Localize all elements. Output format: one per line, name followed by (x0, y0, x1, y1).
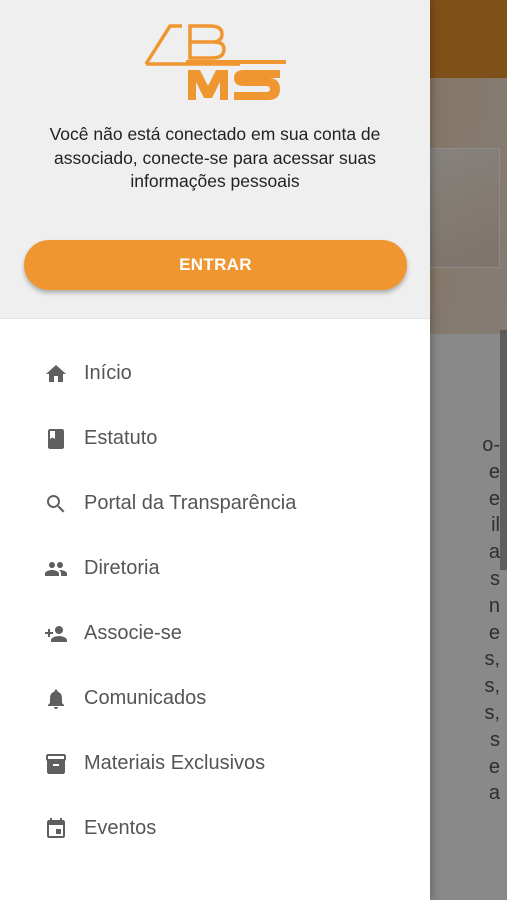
menu-item-associe-se[interactable]: Associe-se (0, 601, 430, 666)
menu-item-diretoria[interactable]: Diretoria (0, 536, 430, 601)
calendar-icon (44, 817, 68, 841)
menu-item-label: Diretoria (84, 557, 160, 579)
book-icon (44, 427, 68, 451)
people-icon (44, 557, 68, 581)
menu-item-materiais-exclusivos[interactable]: Materiais Exclusivos (0, 731, 430, 796)
login-prompt-message: Você não está conectado em sua conta de … (49, 124, 381, 191)
search-icon (44, 492, 68, 516)
menu-item-estatuto[interactable]: Estatuto (0, 406, 430, 471)
menu-item-label: Eventos (84, 817, 157, 839)
bell-icon (44, 687, 68, 711)
abms-logo (144, 24, 286, 100)
drawer-header: Você não está conectado em sua conta de … (0, 0, 430, 319)
person-add-icon (44, 622, 68, 646)
menu-item-label: Estatuto (84, 427, 158, 449)
menu-item-label: Materiais Exclusivos (84, 752, 266, 774)
menu-item-label: Portal da Transparência (84, 492, 297, 514)
menu-item-inicio[interactable]: Início (0, 341, 430, 406)
inbox-icon (44, 752, 68, 776)
menu-item-eventos[interactable]: Eventos (0, 796, 430, 861)
drawer-menu: Início Estatuto Portal da Transparência … (0, 341, 430, 861)
enter-button[interactable]: ENTRAR (24, 240, 407, 290)
menu-item-portal-transparencia[interactable]: Portal da Transparência (0, 471, 430, 536)
menu-item-label: Comunicados (84, 687, 207, 709)
navigation-drawer: Você não está conectado em sua conta de … (0, 0, 430, 900)
menu-item-comunicados[interactable]: Comunicados (0, 666, 430, 731)
menu-item-label: Início (84, 362, 132, 384)
menu-item-label: Associe-se (84, 622, 182, 644)
home-icon (44, 362, 68, 386)
